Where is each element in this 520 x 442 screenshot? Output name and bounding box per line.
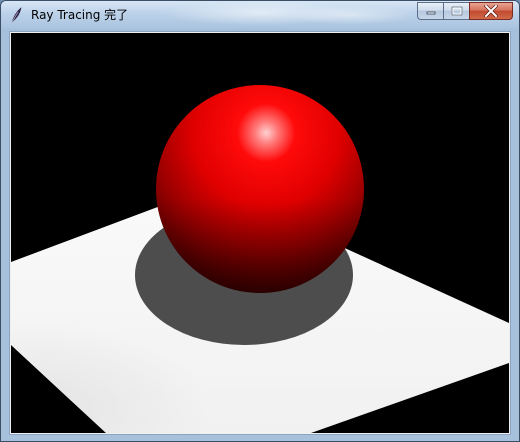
title-bar[interactable]: Ray Tracing 完了: [1, 1, 519, 29]
maximize-button[interactable]: [443, 2, 469, 20]
window-controls: [417, 2, 513, 21]
close-button[interactable]: [469, 2, 513, 20]
app-window: Ray Tracing 完了: [0, 0, 520, 442]
render-canvas: [11, 33, 509, 433]
red-sphere: [156, 85, 364, 293]
minimize-icon: [426, 11, 435, 15]
feather-icon: [11, 7, 22, 23]
close-icon: [484, 5, 498, 17]
client-area: [9, 31, 511, 435]
ray-traced-scene: [11, 85, 509, 433]
maximize-icon: [451, 6, 462, 16]
window-title: Ray Tracing 完了: [31, 8, 129, 22]
minimize-button[interactable]: [417, 2, 443, 20]
